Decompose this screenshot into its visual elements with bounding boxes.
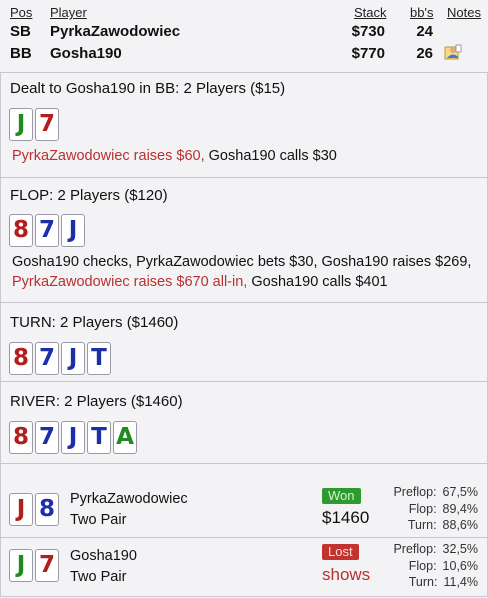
players-table: Pos Player Stack bb's Notes SB PyrkaZawo… [0, 0, 488, 72]
turn-title: TURN: 2 Players ($1460) [10, 314, 179, 331]
equity-value: 88,6% [442, 518, 478, 532]
equity-stats: Preflop: 32,5% Flop: 10,6% Turn: 11,4% [372, 541, 478, 591]
playing-card: 8 [9, 342, 33, 375]
playing-card: J [61, 342, 85, 375]
result-player[interactable]: Gosha190 [70, 546, 137, 566]
river-title: RIVER: 2 Players ($1460) [10, 393, 183, 410]
preflop-actions: PyrkaZawodowiec raises $60, Gosha190 cal… [12, 146, 482, 166]
playing-card: 8 [9, 214, 33, 247]
equity-value: 11,4% [443, 575, 478, 589]
divider [0, 537, 488, 538]
equity-label: Flop: [408, 558, 437, 573]
equity-label: Flop: [408, 501, 437, 516]
playing-card: A [113, 421, 137, 454]
divider [0, 72, 488, 73]
won-badge: Won [322, 488, 361, 504]
divider [0, 463, 488, 464]
row-sb-bbs: 24 [416, 23, 433, 40]
showdown-cards: J8 [9, 493, 59, 526]
flop-action-allin: PyrkaZawodowiec raises $670 all-in, [12, 274, 252, 290]
result-hand: Two Pair [70, 569, 127, 585]
playing-card: J [9, 493, 33, 526]
row-sb-stack: $730 [351, 23, 385, 40]
playing-card: J [9, 549, 33, 582]
equity-value: 67,5% [442, 485, 478, 499]
equity-label: Turn: [408, 575, 438, 589]
playing-card: J [61, 214, 85, 247]
preflop-action-call: Gosha190 calls $30 [208, 148, 337, 164]
header-notes[interactable]: Notes [447, 5, 481, 20]
header-pos[interactable]: Pos [10, 5, 32, 20]
flop-title: FLOP: 2 Players ($120) [10, 187, 168, 204]
flop-action-call: Gosha190 calls $401 [251, 274, 388, 290]
playing-card: J [9, 108, 33, 141]
row-sb-pos: SB [10, 23, 31, 40]
row-bb-player[interactable]: Gosha190 [50, 45, 122, 62]
row-bb-bbs: 26 [416, 45, 433, 62]
showdown-cards: J7 [9, 549, 59, 582]
lost-badge: Lost [322, 544, 359, 560]
playing-card: J [61, 421, 85, 454]
preflop-title: Dealt to Gosha190 in BB: 2 Players ($15) [10, 80, 286, 97]
playing-card: 7 [35, 549, 59, 582]
person-note-icon[interactable] [444, 44, 462, 60]
divider [0, 381, 488, 382]
result-hand: Two Pair [70, 512, 127, 528]
playing-card: 7 [35, 421, 59, 454]
equity-value: 10,6% [442, 558, 478, 573]
header-player[interactable]: Player [50, 5, 87, 20]
equity-label: Preflop: [393, 542, 437, 556]
playing-card: 8 [9, 421, 33, 454]
won-amount: $1460 [322, 508, 370, 527]
hole-cards: J7 [9, 108, 59, 141]
playing-card: T [87, 342, 111, 375]
row-bb-stack: $770 [351, 45, 385, 62]
header-stack[interactable]: Stack [354, 5, 387, 20]
flop-cards: 87J [9, 214, 85, 247]
divider [0, 177, 488, 178]
preflop-action-raise: PyrkaZawodowiec raises $60, [12, 148, 209, 164]
equity-label: Preflop: [393, 485, 437, 499]
playing-card: T [87, 421, 111, 454]
playing-card: 7 [35, 342, 59, 375]
row-bb-pos: BB [10, 45, 32, 62]
equity-value: 89,4% [442, 501, 478, 516]
equity-value: 32,5% [442, 542, 478, 556]
playing-card: 8 [35, 493, 59, 526]
divider [0, 302, 488, 303]
flop-actions-line-2: PyrkaZawodowiec raises $670 all-in, Gosh… [12, 272, 482, 292]
shows-label: shows [322, 565, 371, 584]
turn-cards: 87JT [9, 342, 111, 375]
header-bbs[interactable]: bb's [410, 5, 433, 20]
flop-actions: Gosha190 checks, PyrkaZawodowiec bets $3… [12, 252, 482, 292]
flop-actions-line-1: Gosha190 checks, PyrkaZawodowiec bets $3… [12, 254, 472, 270]
playing-card: 7 [35, 214, 59, 247]
row-sb-player[interactable]: PyrkaZawodowiec [50, 23, 180, 40]
equity-label: Turn: [407, 518, 437, 532]
river-cards: 87JTA [9, 421, 137, 454]
equity-stats: Preflop: 67,5% Flop: 89,4% Turn: 88,6% [372, 484, 478, 534]
result-player[interactable]: PyrkaZawodowiec [70, 489, 188, 509]
playing-card: 7 [35, 108, 59, 141]
